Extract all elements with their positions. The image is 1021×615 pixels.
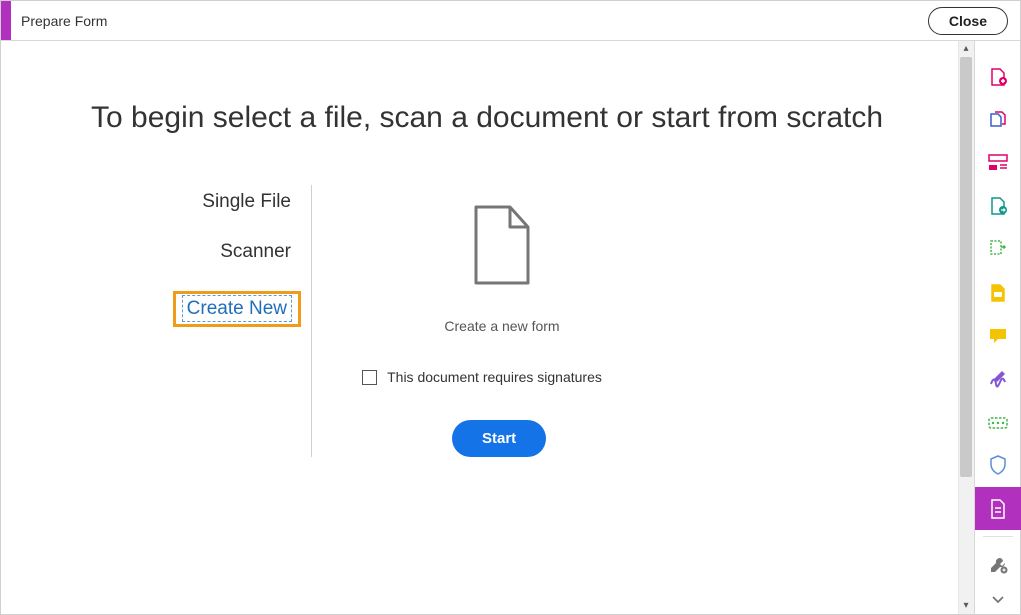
tool-rail (974, 41, 1020, 614)
header-left: Prepare Form (1, 1, 107, 40)
tool-redact[interactable] (975, 401, 1021, 444)
page-heading: To begin select a file, scan a document … (91, 101, 898, 135)
signatures-checkbox-label: This document requires signatures (387, 369, 602, 385)
form-selector: Single File Scanner Create New Create a … (71, 185, 898, 457)
detail-caption: Create a new form (352, 318, 652, 334)
close-button[interactable]: Close (928, 7, 1008, 35)
app-header: Prepare Form Close (1, 1, 1020, 41)
detail-column: Create a new form This document requires… (311, 185, 898, 457)
tool-comment[interactable] (975, 314, 1021, 357)
option-single-file[interactable]: Single File (71, 191, 291, 213)
tool-prepare-form[interactable] (975, 487, 1021, 530)
signatures-checkbox-row: This document requires signatures (332, 369, 632, 385)
tool-edit-pdf[interactable] (975, 141, 1021, 184)
tool-expand[interactable] (975, 586, 1021, 614)
option-scanner[interactable]: Scanner (71, 241, 291, 263)
option-highlight: Create New (173, 291, 301, 327)
scroll-down-icon[interactable]: ▾ (961, 601, 971, 611)
accent-bar (1, 1, 11, 40)
tool-send-comments[interactable] (975, 271, 1021, 314)
tool-organize-pages[interactable] (975, 228, 1021, 271)
file-icon (352, 205, 652, 290)
tool-fill-sign[interactable] (975, 357, 1021, 400)
signatures-checkbox[interactable] (362, 370, 377, 385)
body: ▴ ▾ To begin select a file, scan a docum… (1, 41, 1020, 614)
options-column: Single File Scanner Create New (71, 185, 311, 457)
tool-separator (983, 536, 1013, 537)
main-area: ▴ ▾ To begin select a file, scan a docum… (1, 41, 974, 614)
start-button[interactable]: Start (452, 420, 546, 457)
scrollbar[interactable]: ▴ ▾ (958, 41, 974, 614)
tool-create-pdf[interactable] (975, 55, 1021, 98)
scrollbar-thumb[interactable] (960, 57, 972, 477)
tool-combine-files[interactable] (975, 98, 1021, 141)
scroll-up-icon[interactable]: ▴ (961, 44, 971, 54)
tool-more-tools[interactable] (975, 543, 1021, 586)
main-content: To begin select a file, scan a document … (1, 41, 958, 457)
tool-export-pdf[interactable] (975, 185, 1021, 228)
header-title: Prepare Form (21, 13, 107, 29)
option-create-new[interactable]: Create New (182, 295, 292, 322)
tool-protect[interactable] (975, 444, 1021, 487)
